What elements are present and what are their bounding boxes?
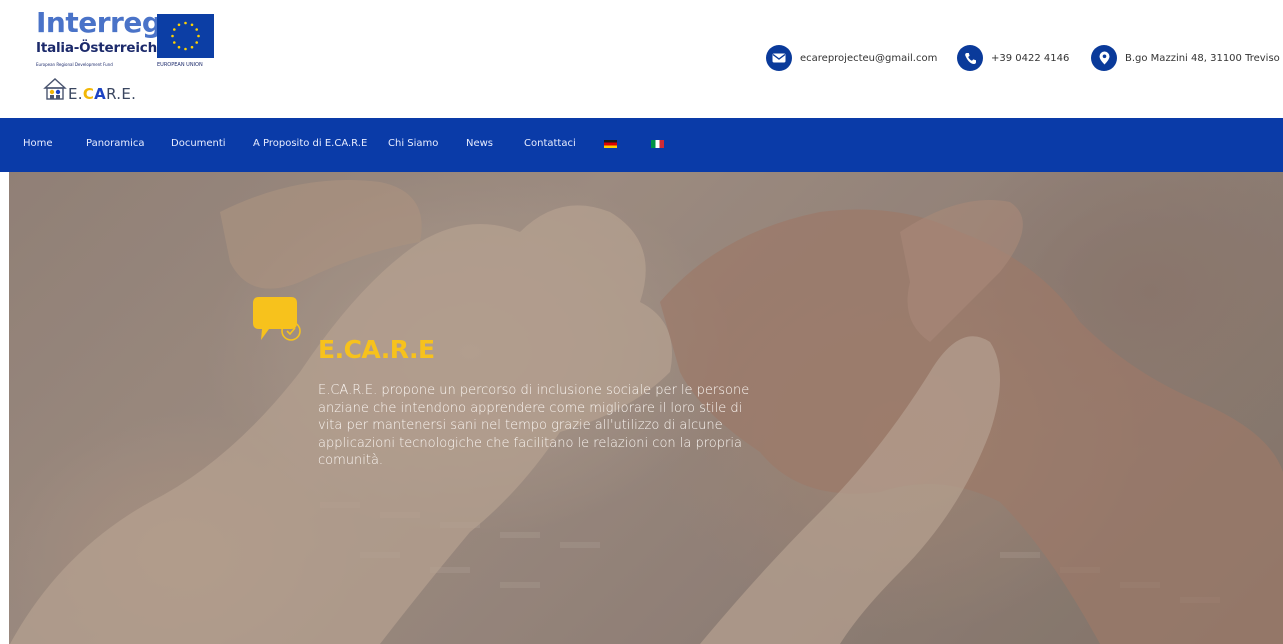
interreg-logo[interactable]: Interreg Italia-Österreich European Regi… <box>36 6 221 68</box>
interreg-subtitle: Italia-Österreich <box>36 40 157 56</box>
nav-item-chi-siamo[interactable]: Chi Siamo <box>388 138 438 149</box>
it-flag-icon[interactable] <box>651 140 664 148</box>
de-flag-icon[interactable] <box>604 140 617 148</box>
hero-section: E.CA.R.E E.CA.R.E. propone un percorso d… <box>0 172 1283 644</box>
ecare-wordmark-part: R.E. <box>106 85 137 103</box>
nav-item-contattaci[interactable]: Contattaci <box>524 138 576 149</box>
map-pin-icon <box>1091 45 1117 71</box>
nav-item-documenti[interactable]: Documenti <box>171 138 226 149</box>
contact-address-text[interactable]: B.go Mazzini 48, 31100 Treviso <box>1125 53 1280 64</box>
chat-check-icon <box>253 295 303 345</box>
ecare-wordmark: E.CAR.E. <box>68 85 136 103</box>
hero-description: E.CA.R.E. propone un percorso di inclusi… <box>318 383 750 468</box>
contact-phone-text[interactable]: +39 0422 4146 <box>991 53 1069 64</box>
interreg-fund-label: European Regional Development Fund <box>36 62 113 67</box>
house-icon <box>42 76 68 102</box>
eu-label: EUROPEAN UNION <box>157 62 203 68</box>
envelope-icon <box>766 45 792 71</box>
nav-item-panoramica[interactable]: Panoramica <box>86 138 145 149</box>
ecare-wordmark-part: C <box>82 85 95 103</box>
nav-item-news[interactable]: News <box>466 138 493 149</box>
contact-email[interactable]: ecareprojecteu@gmail.com <box>766 44 937 72</box>
site-header: Interreg Italia-Österreich European Regi… <box>0 0 1283 118</box>
main-nav: Home Panoramica Documenti A Proposito di… <box>0 118 1283 172</box>
nav-item-a-proposito[interactable]: A Proposito di E.CA.R.E <box>253 138 367 149</box>
phone-icon <box>957 45 983 71</box>
ecare-wordmark-part: E. <box>68 85 83 103</box>
hero-edge <box>0 172 9 644</box>
contact-email-text[interactable]: ecareprojecteu@gmail.com <box>800 53 937 64</box>
nav-item-home[interactable]: Home <box>23 138 53 149</box>
ecare-wordmark-part: A <box>94 85 107 103</box>
interreg-wordmark: Interreg <box>36 6 162 39</box>
eu-flag-icon <box>157 14 214 58</box>
contact-address[interactable]: B.go Mazzini 48, 31100 Treviso <box>1091 44 1280 72</box>
contact-phone[interactable]: +39 0422 4146 <box>957 44 1069 72</box>
hero-title: E.CA.R.E <box>318 335 435 364</box>
ecare-logo[interactable]: E.CAR.E. <box>42 76 162 106</box>
